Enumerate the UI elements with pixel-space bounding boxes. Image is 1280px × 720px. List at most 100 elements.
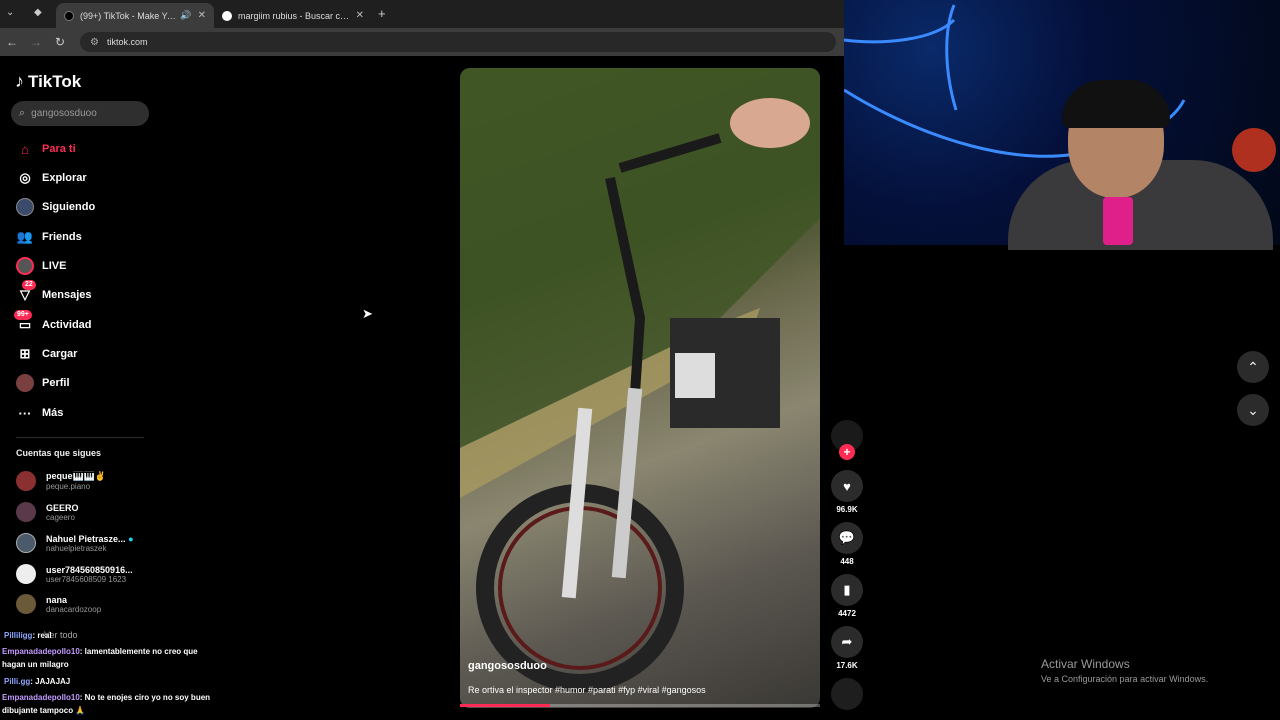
reload-icon[interactable]: ↻ <box>48 35 72 49</box>
video-progress-fill <box>460 704 550 707</box>
chevron-down-icon: ⌄ <box>1247 401 1259 418</box>
chevron-up-icon: ⌃ <box>1247 358 1259 375</box>
save-button[interactable]: ▮ 4472 <box>831 574 863 618</box>
previous-video-button[interactable]: ⌃ <box>1237 351 1269 383</box>
nav-label: Mensajes <box>42 289 92 301</box>
site-settings-icon[interactable]: ⚙ <box>90 37 99 48</box>
sidebar-divider <box>16 437 144 438</box>
back-icon[interactable]: ← <box>0 35 24 49</box>
nav-label: Friends <box>42 231 82 243</box>
windows-activation-subtitle: Ve a Configuración para activar Windows. <box>1041 674 1209 684</box>
profile-icon <box>16 374 34 392</box>
mouse-cursor-icon: ➤ <box>362 306 373 321</box>
browser-tab-bar: ⌄ ◆ (99+) TikTok - Make Your Day 🔊 ✕ mar… <box>0 0 844 28</box>
avatar <box>16 502 36 522</box>
nav-item-actividad[interactable]: ▭ 99+ Actividad <box>14 310 92 334</box>
account-name: nana <box>46 594 68 605</box>
comment-icon: 💬 <box>831 522 863 554</box>
share-button[interactable]: ➦ 17.6K <box>831 626 863 670</box>
search-input[interactable]: ⌕ gangososduoo <box>11 101 149 126</box>
video-player[interactable] <box>460 68 820 708</box>
extension-icon[interactable]: ◆ <box>34 7 42 18</box>
new-tab-button[interactable]: + <box>378 6 386 21</box>
followed-account[interactable]: user784560850916... user7845608509 1623 <box>16 564 133 584</box>
search-value: gangososduoo <box>31 108 97 119</box>
logo-text: TikTok <box>28 71 82 91</box>
nav-item-live[interactable]: LIVE <box>16 257 66 275</box>
video-username[interactable]: gangososduoo <box>468 660 547 672</box>
nav-item-explorar[interactable]: ◎ Explorar <box>16 169 87 187</box>
tiktok-favicon-icon <box>64 10 74 21</box>
following-avatar-icon <box>16 198 34 216</box>
video-progress-bar[interactable] <box>460 704 820 707</box>
forward-icon[interactable]: → <box>24 35 48 49</box>
close-tab-icon[interactable]: ✕ <box>198 10 206 21</box>
chat-message: Pilliligg: real <box>4 631 52 640</box>
nav-label: Siguiendo <box>42 201 96 213</box>
tiktok-note-icon: ♪ <box>15 71 24 91</box>
followed-account[interactable]: peque🎹🎹✌ peque.piano <box>16 471 106 491</box>
nav-item-perfil[interactable]: Perfil <box>16 374 70 392</box>
account-handle: nahuelpietraszek <box>46 543 107 553</box>
nav-label: Actividad <box>42 319 92 331</box>
account-handle: danacardozoop <box>46 604 102 614</box>
nav-item-cargar[interactable]: ⊞ Cargar <box>16 345 78 363</box>
live-icon <box>16 257 34 275</box>
nav-label: Explorar <box>42 172 87 184</box>
nav-item-para-ti[interactable]: ⌂ Para ti <box>16 140 76 158</box>
avatar <box>16 471 36 491</box>
url-field[interactable]: ⚙ tiktok.com <box>80 32 836 52</box>
followed-account[interactable]: Nahuel Pietrasze... ● nahuelpietraszek <box>16 533 134 553</box>
account-handle: cageero <box>46 512 75 522</box>
tab-tiktok[interactable]: (99+) TikTok - Make Your Day 🔊 ✕ <box>56 3 214 28</box>
tab-search-icon[interactable]: ⌄ <box>6 7 14 18</box>
music-disc[interactable] <box>831 678 863 710</box>
compass-icon: ◎ <box>19 170 31 185</box>
account-name: user784560850916... <box>46 564 133 575</box>
speaker-icon[interactable]: 🔊 <box>180 10 191 21</box>
followed-account[interactable]: GEERO cageero <box>16 502 79 522</box>
comment-button[interactable]: 💬 448 <box>831 522 863 566</box>
avatar <box>16 533 36 553</box>
messages-icon: ▽ 22 <box>16 280 36 304</box>
account-name: GEERO <box>46 502 79 513</box>
account-name: peque🎹🎹✌ <box>46 471 107 481</box>
nav-label: Para ti <box>42 143 76 155</box>
streamer-hair <box>1062 80 1170 128</box>
tab-title: (99+) TikTok - Make Your Day <box>80 10 177 21</box>
video-description: Re ortiva el inspector #humor #parati #f… <box>468 685 706 695</box>
tiktok-logo[interactable]: ♪ TikTok <box>15 71 81 92</box>
upload-icon: ⊞ <box>19 346 31 361</box>
nav-item-siguiendo[interactable]: Siguiendo <box>16 198 95 216</box>
home-icon: ⌂ <box>21 141 29 157</box>
chat-message: Empanadadepollo10: No te enojes ciro yo … <box>2 693 211 715</box>
nav-item-friends[interactable]: 👥 Friends <box>16 228 82 246</box>
windows-activation-title: Activar Windows <box>1041 657 1130 671</box>
save-count: 4472 <box>838 609 856 618</box>
like-button[interactable]: ♥ 96.9K <box>831 470 863 514</box>
url-text: tiktok.com <box>106 37 148 47</box>
account-name: Nahuel Pietrasze... <box>46 533 126 544</box>
nav-label: Cargar <box>42 348 78 360</box>
nav-item-mensajes[interactable]: ▽ 22 Mensajes <box>16 280 92 304</box>
nav-label: LIVE <box>42 260 67 272</box>
pink-bottle <box>1103 197 1133 245</box>
nav-label: Más <box>42 407 64 419</box>
nav-item-mas[interactable]: ··· Más <box>16 404 64 422</box>
heart-icon: ♥ <box>831 470 863 502</box>
nav-label: Perfil <box>42 377 70 389</box>
followed-account[interactable]: nana danacardozoop <box>16 594 101 614</box>
tab-title: margiim rubius - Buscar con Google <box>238 10 350 21</box>
video-frame <box>460 68 820 692</box>
account-handle: user7845608509 1623 <box>46 574 127 584</box>
activity-badge: 99+ <box>14 310 32 320</box>
next-video-button[interactable]: ⌄ <box>1237 394 1269 426</box>
search-icon: ⌕ <box>19 107 26 119</box>
activity-icon: ▭ 99+ <box>14 310 34 334</box>
follow-plus-button[interactable]: + <box>839 444 855 460</box>
friends-icon: 👥 <box>16 229 34 244</box>
tab-google[interactable]: margiim rubius - Buscar con Google ✕ <box>214 3 372 28</box>
close-tab-icon[interactable]: ✕ <box>356 10 364 21</box>
messages-badge: 22 <box>22 280 36 290</box>
following-section-title: Cuentas que sigues <box>16 448 102 458</box>
